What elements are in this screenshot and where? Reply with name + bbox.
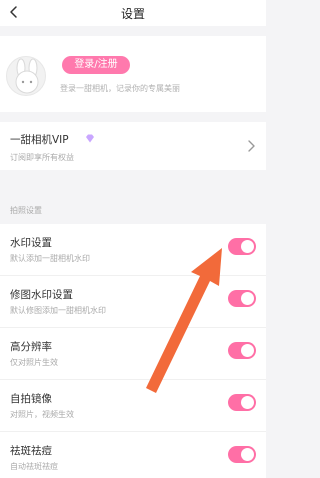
chevron-right-icon xyxy=(248,140,255,152)
settings-list: 水印设置 默认添加一甜相机水印 修图水印设置 默认修图添加一甜相机水印 高分辨率… xyxy=(0,224,266,478)
setting-blemish-removal: 祛斑祛痘 自动祛斑祛痘 xyxy=(0,432,266,478)
setting-watermark: 水印设置 默认添加一甜相机水印 xyxy=(0,224,266,276)
setting-subtitle: 仅对照片生效 xyxy=(10,358,58,367)
toggle-knob xyxy=(241,240,254,253)
top-bar: 设置 xyxy=(0,0,266,26)
selfie-mirror-toggle[interactable] xyxy=(228,394,256,411)
login-register-button[interactable]: 登录/注册 xyxy=(62,56,130,74)
high-resolution-toggle[interactable] xyxy=(228,342,256,359)
vip-row[interactable]: 一甜相机VIP 订阅即享所有权益 xyxy=(0,122,266,170)
setting-high-resolution: 高分辨率 仅对照片生效 xyxy=(0,328,266,380)
setting-subtitle: 默认添加一甜相机水印 xyxy=(10,254,90,263)
page-title: 设置 xyxy=(120,7,145,21)
diamond-icon xyxy=(86,134,94,143)
watermark-toggle[interactable] xyxy=(228,238,256,255)
section-label: 拍照设置 xyxy=(10,206,42,215)
profile-card: 登录/注册 登录一甜相机，记录你的专属美丽 xyxy=(0,36,266,112)
setting-edit-watermark: 修图水印设置 默认修图添加一甜相机水印 xyxy=(0,276,266,328)
toggle-knob xyxy=(241,396,254,409)
vip-subtitle: 订阅即享所有权益 xyxy=(10,153,74,162)
toggle-knob xyxy=(241,344,254,357)
toggle-knob xyxy=(241,292,254,305)
setting-subtitle: 对照片，视频生效 xyxy=(10,410,74,419)
vip-title: 一甜相机VIP xyxy=(10,134,69,146)
setting-subtitle: 默认修图添加一甜相机水印 xyxy=(10,306,106,315)
setting-subtitle: 自动祛斑祛痘 xyxy=(10,462,58,471)
setting-title: 高分辨率 xyxy=(10,341,52,353)
blemish-removal-toggle[interactable] xyxy=(228,446,256,463)
bunny-avatar-icon[interactable] xyxy=(6,56,46,96)
setting-title: 自拍镜像 xyxy=(10,393,52,405)
setting-title: 水印设置 xyxy=(10,237,52,249)
profile-subtitle: 登录一甜相机，记录你的专属美丽 xyxy=(60,84,180,93)
setting-title: 修图水印设置 xyxy=(10,289,73,301)
edit-watermark-toggle[interactable] xyxy=(228,290,256,307)
toggle-knob xyxy=(241,448,254,461)
setting-title: 祛斑祛痘 xyxy=(10,445,52,457)
setting-selfie-mirror: 自拍镜像 对照片，视频生效 xyxy=(0,380,266,432)
